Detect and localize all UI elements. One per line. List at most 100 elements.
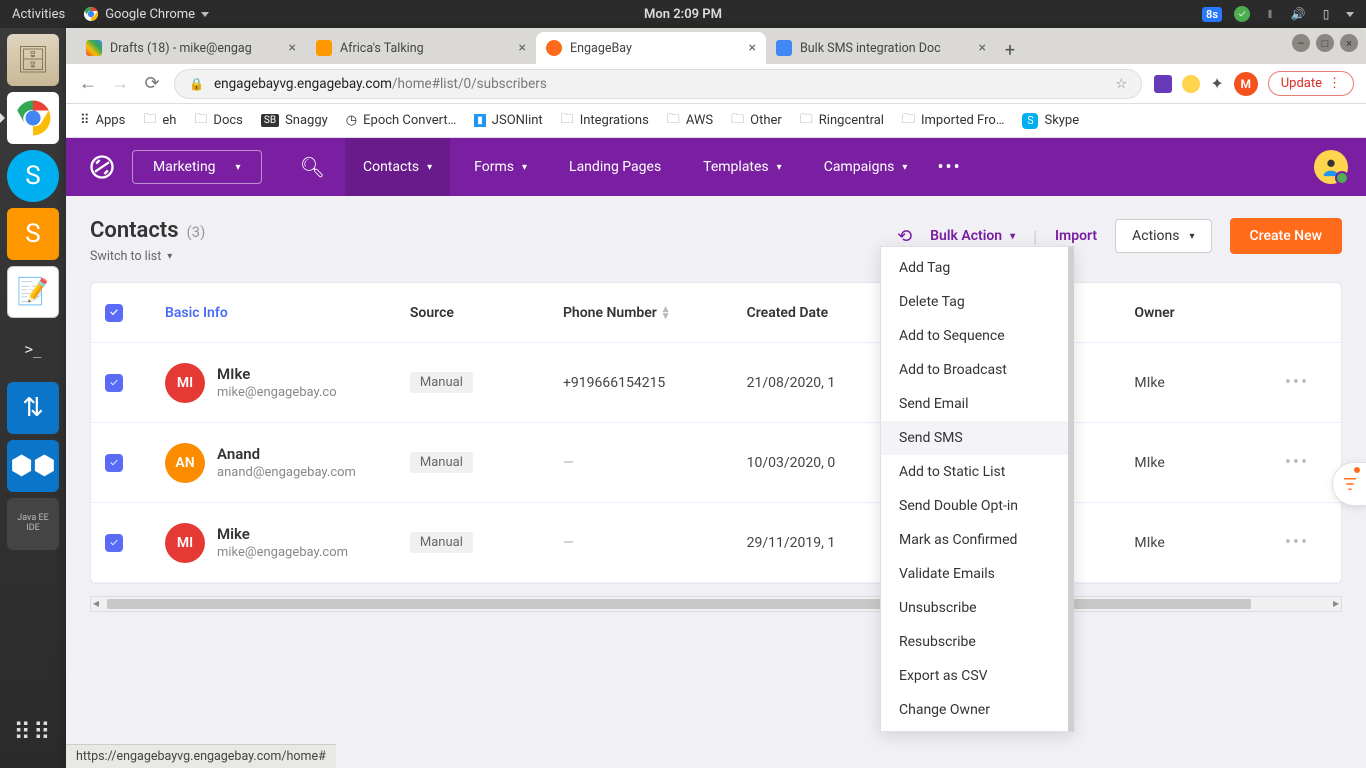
launcher-sublime[interactable]: S (7, 208, 59, 260)
launcher-modules[interactable]: ⬢⬢ (7, 440, 59, 492)
nav-templates[interactable]: Templates▾ (685, 138, 800, 196)
bulk-menu-item[interactable]: Mark as Confirmed (881, 523, 1068, 557)
row-more-menu[interactable]: ••• (1267, 532, 1327, 553)
tab-engagebay[interactable]: EngageBay × (536, 32, 766, 64)
contact-name[interactable]: MIke (217, 365, 337, 383)
launcher-skype[interactable]: S (7, 150, 59, 202)
row-checkbox[interactable]: ✓ (105, 454, 123, 472)
bookmark-other[interactable]: 🗀Other (731, 110, 782, 132)
bookmark-aws[interactable]: 🗀AWS (667, 110, 713, 132)
user-avatar[interactable] (1314, 150, 1348, 184)
system-menu-icon[interactable] (1346, 12, 1354, 17)
launcher-transfer[interactable]: ⇅ (7, 382, 59, 434)
row-more-menu[interactable]: ••• (1267, 372, 1327, 393)
refresh-icon[interactable]: ⟲ (897, 226, 912, 247)
table-row[interactable]: ✓MIMIkemike@engagebay.coManual+919666154… (91, 343, 1341, 423)
nav-contacts[interactable]: Contacts▾ (345, 138, 450, 196)
tab-bulk-sms-doc[interactable]: Bulk SMS integration Doc × (766, 32, 996, 64)
update-button[interactable]: Update⋮ (1268, 71, 1354, 96)
col-basic-info[interactable]: Basic Info (165, 305, 410, 321)
window-minimize[interactable]: – (1292, 34, 1310, 52)
launcher-text-editor[interactable]: 📝 (7, 266, 59, 318)
col-phone[interactable]: Phone Number▴▾ (563, 305, 747, 321)
close-icon[interactable]: × (749, 40, 756, 56)
profile-avatar[interactable]: M (1234, 72, 1258, 96)
row-checkbox[interactable]: ✓ (105, 374, 123, 392)
bulk-menu-item[interactable]: Add to Broadcast (881, 353, 1068, 387)
row-more-menu[interactable]: ••• (1267, 452, 1327, 473)
import-link[interactable]: Import (1055, 228, 1097, 244)
bookmark-skype[interactable]: SSkype (1022, 113, 1079, 129)
bookmark-apps[interactable]: ⠿Apps (80, 113, 125, 128)
bookmark-integrations[interactable]: 🗀Integrations (561, 110, 649, 132)
bulk-menu-item[interactable]: Change Owner (881, 693, 1068, 727)
bookmark-docs[interactable]: 🗀Docs (194, 110, 242, 132)
app-menu[interactable]: Google Chrome (83, 6, 209, 22)
back-button[interactable]: ← (78, 73, 98, 94)
search-icon[interactable]: 🔍︎ (300, 155, 325, 179)
app-logo[interactable] (84, 149, 120, 185)
tray-badge[interactable]: 8s (1202, 7, 1222, 22)
bookmark-jsonlint[interactable]: ▮JSONlint (474, 113, 542, 128)
tab-drafts[interactable]: Drafts (18) - mike@engag × (76, 32, 306, 64)
contact-name[interactable]: Mike (217, 525, 348, 543)
col-owner[interactable]: Owner (1134, 305, 1267, 321)
star-icon[interactable]: ☆ (1115, 76, 1127, 92)
bulk-menu-item[interactable]: Validate Emails (881, 557, 1068, 591)
bulk-menu-item[interactable]: Resubscribe (881, 625, 1068, 659)
table-row[interactable]: ✓ANAnandanand@engagebay.comManual—10/03/… (91, 423, 1341, 503)
bulk-menu-item[interactable]: Delete Tag (881, 285, 1068, 319)
activities-button[interactable]: Activities (12, 7, 65, 22)
bookmark-eh[interactable]: 🗀eh (143, 110, 176, 132)
forward-button[interactable]: → (110, 73, 130, 94)
bulk-action-dropdown[interactable]: Bulk Action▾ (930, 228, 1015, 244)
nav-campaigns[interactable]: Campaigns▾ (806, 138, 926, 196)
tab-africas-talking[interactable]: Africa's Talking × (306, 32, 536, 64)
window-close[interactable]: × (1340, 34, 1358, 52)
module-switcher[interactable]: Marketing▾ (132, 150, 262, 184)
bulk-menu-item[interactable]: Export as CSV (881, 659, 1068, 693)
contact-name[interactable]: Anand (217, 445, 356, 463)
reload-button[interactable]: ⟳ (142, 73, 162, 94)
create-new-button[interactable]: Create New (1230, 218, 1342, 254)
launcher-java-ide[interactable]: Java EEIDE (7, 498, 59, 550)
bulk-menu-item[interactable]: Add to Static List (881, 455, 1068, 489)
bulk-menu-item[interactable]: Send Double Opt-in (881, 489, 1068, 523)
bookmark-ringcentral[interactable]: 🗀Ringcentral (800, 110, 884, 132)
extension-icon[interactable] (1154, 75, 1172, 93)
wifi-icon[interactable]: ⧛ (1262, 6, 1278, 22)
bulk-menu-item[interactable]: Send SMS (881, 421, 1068, 455)
switch-to-list[interactable]: Switch to list▾ (90, 249, 205, 264)
bulk-menu-item[interactable]: Add to Sequence (881, 319, 1068, 353)
table-row[interactable]: ✓MIMikemike@engagebay.comManual—29/11/20… (91, 503, 1341, 583)
close-icon[interactable]: × (979, 40, 986, 56)
nav-more[interactable]: ••• (937, 157, 961, 178)
bulk-menu-item[interactable]: Unsubscribe (881, 591, 1068, 625)
nav-landing-pages[interactable]: Landing Pages (551, 138, 679, 196)
close-icon[interactable]: × (289, 40, 296, 56)
close-icon[interactable]: × (519, 40, 526, 56)
launcher-apps-grid[interactable]: ⠿⠿ (7, 706, 59, 758)
window-maximize[interactable]: □ (1316, 34, 1334, 52)
battery-icon[interactable]: ▯ (1318, 6, 1334, 22)
row-checkbox[interactable]: ✓ (105, 534, 123, 552)
extensions-menu-icon[interactable]: ✦ (1210, 74, 1223, 93)
url-input[interactable]: 🔒 engagebayvg.engagebay.com/home#list/0/… (174, 69, 1142, 99)
volume-icon[interactable]: 🔊 (1290, 6, 1306, 22)
clock[interactable]: Mon 2:09 PM (644, 7, 722, 22)
nav-forms[interactable]: Forms▾ (456, 138, 545, 196)
bulk-menu-item[interactable]: Send Email (881, 387, 1068, 421)
col-source[interactable]: Source (410, 305, 563, 321)
bookmark-snaggy[interactable]: SBSnaggy (261, 113, 328, 128)
status-ok-icon[interactable]: ✓ (1234, 6, 1250, 22)
launcher-chrome[interactable] (7, 92, 59, 144)
actions-button[interactable]: Actions▾ (1115, 219, 1211, 253)
new-tab-button[interactable]: + (996, 36, 1024, 64)
launcher-files[interactable]: 🗄 (7, 34, 59, 86)
bookmark-imported[interactable]: 🗀Imported Fro… (902, 110, 1005, 132)
bookmark-epoch[interactable]: ◷Epoch Convert… (346, 113, 456, 128)
select-all-checkbox[interactable]: ✓ (105, 304, 123, 322)
bulk-menu-item[interactable]: Add Tag (881, 251, 1068, 285)
extension-icon[interactable] (1182, 75, 1200, 93)
horizontal-scrollbar[interactable] (90, 596, 1342, 612)
